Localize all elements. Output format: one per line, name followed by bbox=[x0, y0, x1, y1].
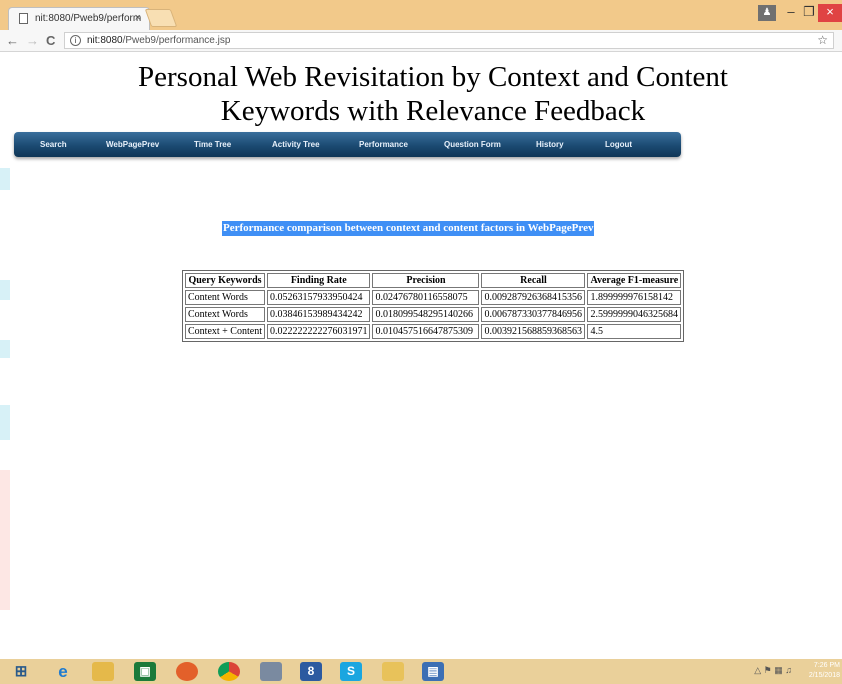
decor-strip bbox=[0, 470, 10, 610]
decor-strip bbox=[0, 405, 10, 440]
table-row: Content Words 0.05263157933950424 0.0247… bbox=[185, 290, 682, 305]
column-header: Average F1-measure bbox=[587, 273, 682, 288]
column-header: Finding Rate bbox=[266, 273, 371, 288]
page-title: Personal Web Revisitation by Context and… bbox=[0, 60, 842, 128]
table-cell: 0.018099548295140266 bbox=[372, 307, 480, 322]
windows-start-icon[interactable]: ⊞ bbox=[10, 662, 32, 681]
table-cell: 0.05263157933950424 bbox=[266, 290, 371, 305]
table-cell: 0.03846153989434242 bbox=[266, 307, 371, 322]
address-bar: ← → C i nit:8080/Pweb9/performance.jsp ☆ bbox=[0, 30, 842, 52]
decor-strip bbox=[0, 280, 10, 300]
table-cell: 0.003921568859368563 bbox=[481, 324, 586, 339]
table-cell: Context + Content bbox=[185, 324, 265, 339]
page-title-line2: Keywords with Relevance Feedback bbox=[220, 95, 646, 127]
menu-item-search[interactable]: Search bbox=[40, 140, 67, 149]
chrome-icon[interactable] bbox=[218, 662, 240, 681]
system-tray[interactable]: △ ⚑ ▦ ♫ bbox=[754, 665, 792, 676]
bookmark-star-icon[interactable]: ☆ bbox=[817, 33, 828, 47]
nav-menu: Search WebPagePrev Time Tree Activity Tr… bbox=[14, 132, 681, 157]
back-button[interactable]: ← bbox=[6, 33, 19, 48]
new-tab-button[interactable] bbox=[144, 9, 178, 27]
tab-close-icon[interactable]: × bbox=[135, 12, 141, 24]
clock[interactable]: 7:26 PM 2/15/2018 bbox=[809, 661, 840, 681]
close-window-button[interactable]: × bbox=[818, 4, 842, 22]
forward-button[interactable]: → bbox=[26, 33, 39, 48]
browser-tab[interactable]: nit:8080/Pweb9/perform × bbox=[8, 7, 150, 30]
editor-icon[interactable]: ▤ bbox=[422, 662, 444, 681]
user-icon[interactable]: ♟ bbox=[758, 5, 776, 21]
table-row: Context + Content 0.022222222276031971 0… bbox=[185, 324, 682, 339]
clock-date: 2/15/2018 bbox=[808, 672, 840, 679]
table-cell: 0.010457516647875309 bbox=[372, 324, 480, 339]
url-field[interactable]: i nit:8080/Pweb9/performance.jsp bbox=[64, 32, 834, 49]
page-title-line1: Personal Web Revisitation by Context and… bbox=[138, 61, 728, 93]
menu-item-activity-tree[interactable]: Activity Tree bbox=[272, 140, 320, 149]
table-cell: Context Words bbox=[185, 307, 265, 322]
table-cell: 0.006787330377846956 bbox=[481, 307, 586, 322]
performance-table: Query Keywords Finding Rate Precision Re… bbox=[182, 270, 685, 342]
url-path: /Pweb9/performance.jsp bbox=[122, 35, 231, 46]
page-icon bbox=[19, 13, 28, 24]
column-header: Query Keywords bbox=[185, 273, 265, 288]
decor-strip bbox=[0, 168, 10, 190]
decor-strip bbox=[0, 340, 10, 358]
performance-heading: Performance comparison between context a… bbox=[222, 221, 595, 236]
table-cell: 0.022222222276031971 bbox=[266, 324, 371, 339]
menu-item-logout[interactable]: Logout bbox=[605, 140, 632, 149]
table-cell: 2.5999999046325684 bbox=[587, 307, 682, 322]
column-header: Recall bbox=[481, 273, 586, 288]
firefox-icon[interactable] bbox=[176, 662, 198, 681]
info-icon[interactable]: i bbox=[70, 35, 81, 46]
tab-title: nit:8080/Pweb9/perform bbox=[35, 13, 142, 24]
ie-icon[interactable]: e bbox=[52, 662, 74, 681]
skype-icon[interactable]: S bbox=[340, 662, 362, 681]
table-cell: 0.02476780116558075 bbox=[372, 290, 480, 305]
reload-button[interactable]: C bbox=[46, 33, 55, 48]
column-header: Precision bbox=[372, 273, 480, 288]
taskbar: ⊞ e ▣ 8 S ▤ △ ⚑ ▦ ♫ 7:26 PM 2/15/2018 bbox=[0, 659, 842, 684]
clock-time: 7:26 PM bbox=[813, 662, 840, 669]
menu-item-webpageprev[interactable]: WebPagePrev bbox=[106, 140, 159, 149]
file-explorer-icon[interactable] bbox=[92, 662, 114, 681]
url-host: nit:8080 bbox=[87, 35, 123, 46]
table-cell: 0.009287926368415356 bbox=[481, 290, 586, 305]
menu-item-time-tree[interactable]: Time Tree bbox=[194, 140, 231, 149]
table-header-row: Query Keywords Finding Rate Precision Re… bbox=[185, 273, 682, 288]
restore-button[interactable]: ❐ bbox=[800, 4, 818, 22]
window-controls: ♟ – ❐ × bbox=[758, 0, 842, 30]
menu-item-performance[interactable]: Performance bbox=[359, 140, 408, 149]
minimize-button[interactable]: – bbox=[782, 4, 800, 22]
table-cell: 1.899999976158142 bbox=[587, 290, 682, 305]
app-icon[interactable] bbox=[260, 662, 282, 681]
folder-icon[interactable] bbox=[382, 662, 404, 681]
store-icon[interactable]: ▣ bbox=[134, 662, 156, 681]
browser-titlebar: nit:8080/Pweb9/perform × ♟ – ❐ × bbox=[0, 0, 842, 30]
app-8-icon[interactable]: 8 bbox=[300, 662, 322, 681]
table-cell: 4.5 bbox=[587, 324, 682, 339]
table-cell: Content Words bbox=[185, 290, 265, 305]
menu-item-history[interactable]: History bbox=[536, 140, 564, 149]
menu-item-question-form[interactable]: Question Form bbox=[444, 140, 501, 149]
table-row: Context Words 0.03846153989434242 0.0180… bbox=[185, 307, 682, 322]
